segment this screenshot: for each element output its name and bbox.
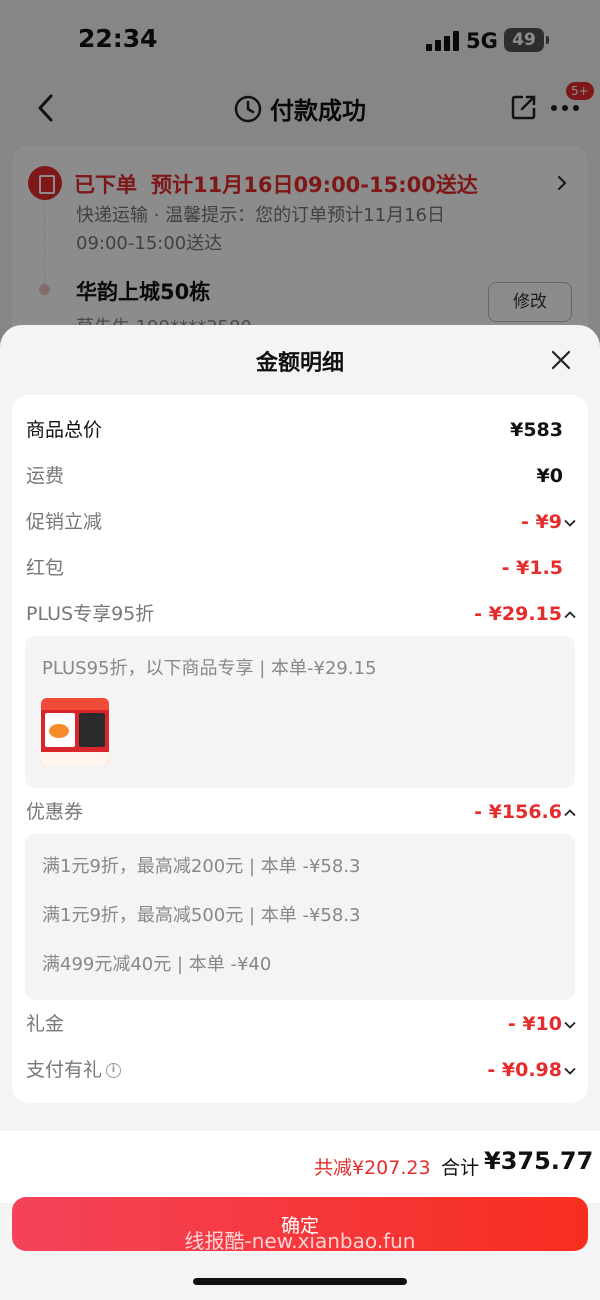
row-promo[interactable]: 促销立减 - ¥9 — [26, 507, 576, 537]
gift-money-label: 礼金 — [26, 1013, 65, 1035]
coupon-detail-item: 满499元减40元 | 本单 -¥40 — [42, 954, 272, 975]
chevron-down-icon[interactable] — [564, 1067, 576, 1075]
coupon-detail-box: 满1元9折，最高减200元 | 本单 -¥58.3 满1元9折，最高减500元 … — [25, 834, 575, 1000]
total-label: 合计 — [441, 1157, 480, 1179]
row-gift-money[interactable]: 礼金 - ¥10 — [26, 1009, 576, 1039]
home-indicator[interactable] — [193, 1278, 407, 1285]
promo-value-group: - ¥9 — [521, 507, 576, 537]
total-saved: 共减¥207.23 — [314, 1157, 431, 1179]
row-pay-gift[interactable]: 支付有礼 i - ¥0.98 — [26, 1055, 576, 1085]
coupon-detail-item: 满1元9折，最高减200元 | 本单 -¥58.3 — [42, 856, 361, 877]
red-packet-value: - ¥1.5 — [501, 557, 563, 579]
product-thumbnail[interactable] — [41, 698, 109, 766]
plus-detail-box: PLUS95折，以下商品专享 | 本单-¥29.15 — [25, 636, 575, 788]
pay-gift-label-group: 支付有礼 i — [26, 1055, 122, 1085]
total-summary-bar: 共减¥207.23 合计 ¥375.77 — [0, 1131, 600, 1203]
coupon-detail-item: 满1元9折，最高减500元 | 本单 -¥58.3 — [42, 905, 361, 926]
shipping-label: 运费 — [26, 465, 65, 487]
total-amount: ¥375.77 — [484, 1147, 594, 1175]
row-plus[interactable]: PLUS专享95折 - ¥29.15 — [26, 599, 576, 629]
chevron-down-icon[interactable] — [564, 1021, 576, 1029]
promo-label: 促销立减 — [26, 511, 103, 533]
row-red-packet: 红包 - ¥1.5 — [26, 553, 576, 583]
goods-total-value: ¥583 — [510, 419, 563, 441]
coupon-label: 优惠券 — [26, 801, 84, 823]
chevron-up-icon[interactable] — [564, 808, 576, 817]
confirm-button[interactable]: 确定 线报酷-new.xianbao.fun — [12, 1197, 588, 1253]
promo-value: - ¥9 — [521, 511, 562, 533]
watermark-text: 线报酷-new.xianbao.fun — [184, 1229, 416, 1253]
plus-label: PLUS专享95折 — [26, 603, 155, 625]
row-goods-total: 商品总价 ¥583 — [26, 415, 576, 445]
chevron-down-icon[interactable] — [564, 519, 576, 527]
plus-detail-text: PLUS95折，以下商品专享 | 本单-¥29.15 — [42, 658, 377, 679]
gift-money-value-group: - ¥10 — [508, 1009, 576, 1039]
pay-gift-value-group: - ¥0.98 — [487, 1055, 576, 1085]
coupon-value: - ¥156.6 — [474, 801, 562, 823]
row-coupon[interactable]: 优惠券 - ¥156.6 — [26, 797, 576, 827]
amount-detail-card: 商品总价 ¥583 运费 ¥0 促销立减 - ¥9 红包 - ¥1.5 PLUS… — [12, 395, 588, 1103]
pay-gift-value: - ¥0.98 — [487, 1059, 562, 1081]
info-icon[interactable]: i — [106, 1063, 122, 1078]
amount-detail-sheet: 金额明细 商品总价 ¥583 运费 ¥0 促销立减 - ¥9 红包 - ¥1.5… — [0, 325, 600, 1300]
shipping-value: ¥0 — [536, 465, 563, 487]
gift-money-value: - ¥10 — [507, 1013, 562, 1035]
goods-total-label: 商品总价 — [26, 419, 103, 441]
row-shipping: 运费 ¥0 — [26, 461, 576, 491]
plus-value: - ¥29.15 — [474, 603, 562, 625]
chevron-up-icon[interactable] — [564, 610, 576, 619]
pay-gift-label: 支付有礼 — [26, 1059, 103, 1081]
red-packet-label: 红包 — [26, 557, 65, 579]
sheet-title: 金额明细 — [255, 351, 344, 376]
plus-value-group: - ¥29.15 — [474, 599, 576, 629]
close-icon[interactable] — [551, 350, 571, 370]
coupon-value-group: - ¥156.6 — [474, 797, 576, 827]
